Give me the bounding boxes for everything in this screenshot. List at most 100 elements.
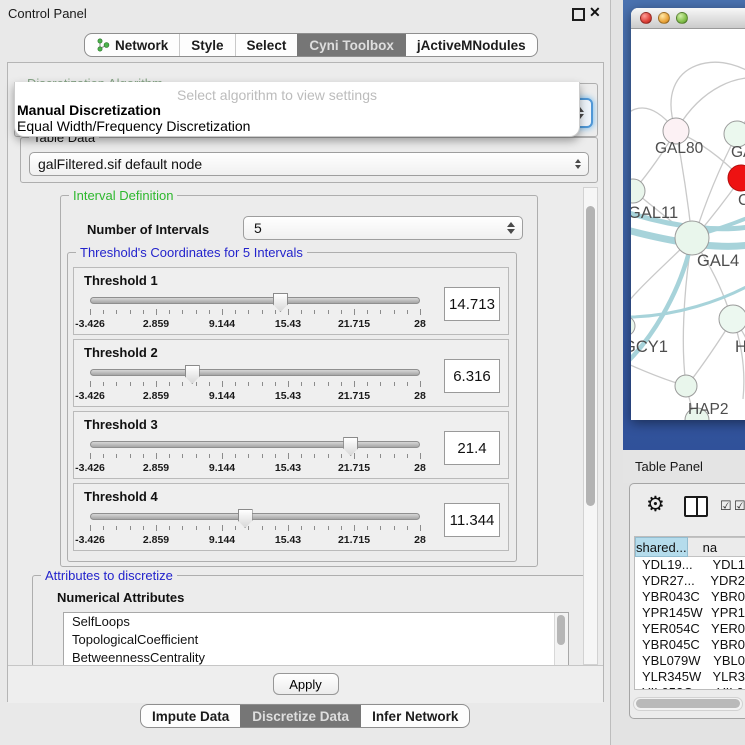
- settings-scrollbar[interactable]: [583, 187, 598, 665]
- slider-track[interactable]: [90, 369, 420, 376]
- threshold-1-slider[interactable]: -3.426 2.859 9.144 15.43 21.715 28: [90, 295, 420, 333]
- slider-track[interactable]: [90, 441, 420, 448]
- threshold-1-label: Threshold 1: [84, 273, 158, 288]
- gear-icon[interactable]: ⚙: [646, 492, 665, 517]
- thresholds-group: Threshold's Coordinates for 5 Intervals …: [67, 252, 517, 562]
- table-panel-toolbar: ⚙ ☑ ☑: [630, 484, 745, 534]
- close-panel-icon[interactable]: ✕: [589, 4, 601, 21]
- cell[interactable]: YBL0: [708, 653, 745, 669]
- node[interactable]: [719, 305, 745, 333]
- list-item[interactable]: TopologicalCoefficient: [64, 631, 568, 649]
- cell[interactable]: YIL052C: [635, 685, 712, 690]
- node-selected[interactable]: [728, 165, 745, 191]
- threshold-1-value-field[interactable]: 14.713: [444, 287, 500, 321]
- close-window-icon[interactable]: [640, 12, 652, 24]
- tick-label: 28: [414, 534, 426, 546]
- cell[interactable]: YER0: [706, 621, 745, 637]
- zoom-window-icon[interactable]: [676, 12, 688, 24]
- slider-track[interactable]: [90, 297, 420, 304]
- cell[interactable]: YBR045C: [635, 637, 706, 653]
- cell[interactable]: YBL079W: [635, 653, 708, 669]
- column-header-shared-name[interactable]: shared...: [635, 537, 688, 557]
- scrollbar-thumb[interactable]: [586, 206, 595, 506]
- threshold-2-label: Threshold 2: [84, 345, 158, 360]
- column-header-name[interactable]: na: [688, 537, 745, 557]
- network-canvas[interactable]: GAL80 GA C GAL11 GAL4 GCY1 H HAP2: [631, 29, 745, 420]
- scrollbar-thumb[interactable]: [557, 615, 565, 645]
- table-data-selected-value: galFiltered.sif default node: [38, 156, 202, 172]
- node-gcy1[interactable]: [631, 316, 635, 336]
- cell[interactable]: YLR345W: [635, 669, 707, 685]
- cell[interactable]: YDL19...: [635, 557, 707, 573]
- network-view-window: GAL80 GA C GAL11 GAL4 GCY1 H HAP2: [631, 8, 745, 420]
- dropdown-option-equal-width-frequency[interactable]: Equal Width/Frequency Discretization: [17, 118, 250, 134]
- cell[interactable]: YDR2: [705, 573, 745, 589]
- numerical-attributes-list[interactable]: SelfLoops TopologicalCoefficient Between…: [63, 612, 569, 665]
- panel-divider[interactable]: [611, 0, 623, 745]
- tab-style[interactable]: Style: [179, 34, 234, 56]
- scrollbar-thumb[interactable]: [636, 699, 740, 708]
- node-attribute-table[interactable]: shared... na YDL19...YDL1 YDR27...YDR2 Y…: [634, 536, 745, 690]
- tick-label: 28: [414, 390, 426, 402]
- dropdown-option-manual-discretization[interactable]: Manual Discretization: [17, 102, 161, 118]
- cell[interactable]: YBR0: [706, 637, 745, 653]
- table-row[interactable]: YIL052CYIL0: [635, 685, 745, 690]
- cell[interactable]: YBR0: [706, 589, 745, 605]
- node-gal4[interactable]: [675, 221, 709, 255]
- tab-discretize-data[interactable]: Discretize Data: [240, 705, 360, 727]
- slider-ticks: [90, 452, 420, 460]
- cell[interactable]: YDL1: [707, 557, 745, 573]
- table-row[interactable]: YBR045CYBR0: [635, 637, 745, 653]
- panel-title: Control Panel: [8, 6, 87, 21]
- tab-impute-data[interactable]: Impute Data: [141, 705, 240, 727]
- threshold-2-value-field[interactable]: 6.316: [444, 359, 500, 393]
- list-item[interactable]: SelfLoops: [64, 613, 568, 631]
- thresholds-group-title: Threshold's Coordinates for 5 Intervals: [76, 245, 307, 260]
- threshold-2-slider[interactable]: -3.426 2.859 9.144 15.43 21.715 28: [90, 367, 420, 405]
- table-row[interactable]: YER054CYER0: [635, 621, 745, 637]
- float-panel-icon[interactable]: [572, 8, 585, 21]
- list-item[interactable]: BetweennessCentrality: [64, 649, 568, 665]
- threshold-3-value-field[interactable]: 21.4: [444, 431, 500, 465]
- cell[interactable]: YBR043C: [635, 589, 706, 605]
- checkbox-icon[interactable]: ☑: [734, 498, 745, 514]
- list-scrollbar[interactable]: [554, 613, 568, 665]
- table-data-combobox[interactable]: galFiltered.sif default node: [29, 152, 589, 176]
- node-hap2[interactable]: [675, 375, 697, 397]
- cell[interactable]: YLR3: [707, 669, 745, 685]
- number-of-intervals-combobox[interactable]: 5: [243, 216, 523, 240]
- threshold-3-slider[interactable]: -3.426 2.859 9.144 15.43 21.715 28: [90, 439, 420, 477]
- table-row[interactable]: YDL19...YDL1: [635, 557, 745, 573]
- tick-label: 2.859: [143, 534, 169, 546]
- threshold-4-slider[interactable]: -3.426 2.859 9.144 15.43 21.715 28: [90, 511, 420, 549]
- cell[interactable]: YDR27...: [635, 573, 705, 589]
- cell[interactable]: YPR145W: [635, 605, 706, 621]
- columns-icon[interactable]: [684, 496, 708, 517]
- network-window-titlebar[interactable]: [631, 8, 745, 29]
- tab-network[interactable]: Network: [85, 34, 179, 56]
- cell[interactable]: YPR1: [706, 605, 745, 621]
- table-data-group: Table Data galFiltered.sif default node: [20, 137, 598, 183]
- table-horizontal-scrollbar[interactable]: [633, 697, 743, 711]
- tab-jactivemnodules[interactable]: jActiveMNodules: [405, 34, 537, 56]
- tab-infer-network-label: Infer Network: [372, 709, 458, 724]
- tab-infer-network[interactable]: Infer Network: [360, 705, 469, 727]
- checkbox-icon[interactable]: ☑: [720, 498, 732, 514]
- table-row[interactable]: YBL079WYBL0: [635, 653, 745, 669]
- table-row[interactable]: YPR145WYPR1: [635, 605, 745, 621]
- node-gal11[interactable]: [631, 179, 645, 203]
- tick-label: 15.43: [275, 534, 301, 546]
- minimize-window-icon[interactable]: [658, 12, 670, 24]
- tab-jactivemnodules-label: jActiveMNodules: [417, 38, 526, 53]
- apply-button[interactable]: Apply: [273, 673, 339, 695]
- threshold-4-value-field[interactable]: 11.344: [444, 503, 500, 537]
- cell[interactable]: YER054C: [635, 621, 706, 637]
- tab-cyni-toolbox[interactable]: Cyni Toolbox: [297, 34, 405, 56]
- table-row[interactable]: YDR27...YDR2: [635, 573, 745, 589]
- tab-select[interactable]: Select: [235, 34, 298, 56]
- table-row[interactable]: YLR345WYLR3: [635, 669, 745, 685]
- table-row[interactable]: YBR043CYBR0: [635, 589, 745, 605]
- cell[interactable]: YIL0: [712, 685, 744, 690]
- slider-ticks: [90, 524, 420, 532]
- slider-track[interactable]: [90, 513, 420, 520]
